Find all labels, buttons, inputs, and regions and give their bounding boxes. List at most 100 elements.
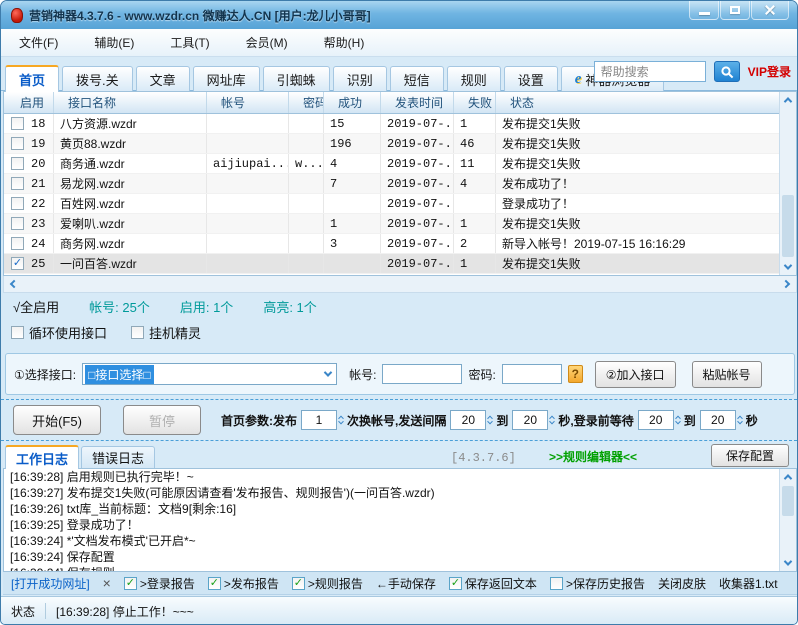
login-report[interactable]: ✓ >登录报告 [123, 575, 195, 592]
spinner-input[interactable]: 20 [699, 410, 743, 430]
spinner-value[interactable]: 1 [301, 410, 337, 430]
spinner-arrows[interactable] [338, 415, 344, 425]
column-header-4[interactable]: 成功 [324, 92, 381, 113]
table-row[interactable]: 20 商务通.wzdraijiupai...w...42019-07-...11 发… [4, 154, 796, 174]
save-return-text[interactable]: ✓ 保存返回文本 [448, 575, 537, 592]
column-header-2[interactable]: 帐号 [207, 92, 289, 113]
column-header-0[interactable]: 启用 [4, 92, 54, 113]
column-header-6[interactable]: 失败 [454, 92, 496, 113]
row-enable-checkbox[interactable] [11, 177, 24, 190]
log-scroll-up-icon[interactable] [780, 469, 796, 485]
manual-save[interactable]: ←手动保存 [376, 575, 436, 592]
spinner-arrows[interactable] [674, 415, 681, 425]
spinner-down-icon[interactable] [549, 418, 556, 425]
log-tab-1[interactable]: 错误日志 [81, 446, 156, 468]
tab-5[interactable]: 识别 [332, 66, 387, 91]
table-row[interactable]: ✓ 25 一问百答.wzdr 2019-07-...1 发布提交1失败 [4, 254, 796, 274]
log-tab-0[interactable]: 工作日志 [5, 445, 80, 469]
table-row[interactable]: 24 商务网.wzdr 32019-07-...2 新导入帐号！2019-07-15 … [4, 234, 796, 254]
pause-button[interactable]: 暂停 [123, 405, 201, 435]
help-search-input[interactable] [593, 61, 706, 82]
spinner-input[interactable]: 20 [637, 410, 681, 430]
tab-0[interactable]: 首页 [5, 65, 60, 92]
row-enable-checkbox[interactable] [11, 157, 24, 170]
log-scrollbar-thumb[interactable] [782, 486, 794, 516]
spinner-value[interactable]: 20 [699, 410, 736, 430]
scroll-down-icon[interactable] [780, 259, 796, 275]
publish-report[interactable]: ✓ >发布报告 [207, 575, 279, 592]
table-vertical-scrollbar[interactable] [779, 92, 796, 275]
account-input[interactable] [382, 364, 463, 384]
clear-icon[interactable]: × [103, 575, 111, 591]
table-row[interactable]: 21 易龙网.wzdr 72019-07-...4 发布成功了！ [4, 174, 796, 194]
rule-report-checkbox[interactable]: ✓ [291, 576, 305, 590]
tab-2[interactable]: 文章 [135, 66, 190, 91]
table-row[interactable]: 19 黄页88.wzdr 1962019-07-...46 发布提交1失败 [4, 134, 796, 154]
menu-item-0[interactable]: 文件(F) [15, 31, 62, 54]
interface-select[interactable]: □接口选择□ [82, 363, 338, 385]
row-enable-checkbox[interactable] [11, 237, 24, 250]
menu-item-2[interactable]: 工具(T) [166, 31, 213, 54]
table-row[interactable]: 22 百姓网.wzdr 2019-07-... 登录成功了！ [4, 194, 796, 214]
log-scroll-down-icon[interactable] [780, 555, 796, 571]
menu-item-3[interactable]: 会员(M) [242, 31, 292, 54]
row-enable-checkbox[interactable] [11, 217, 24, 230]
spinner-input[interactable]: 20 [450, 410, 494, 430]
save-config-button[interactable]: 保存配置 [710, 444, 789, 467]
collector-file[interactable]: 收集器1.txt [719, 575, 778, 592]
tab-6[interactable]: 短信 [389, 66, 444, 91]
tab-1[interactable]: 拨号.关 [62, 66, 133, 91]
spinner-value[interactable]: 20 [637, 410, 674, 430]
spinner-down-icon[interactable] [736, 418, 743, 425]
spinner-down-icon[interactable] [338, 418, 344, 425]
table-row[interactable]: 18 八方资源.wzdr 152019-07-...1 发布提交1失败 [4, 114, 796, 134]
spinner-down-icon[interactable] [487, 418, 494, 425]
spinner-arrows[interactable] [549, 415, 556, 425]
help-icon[interactable]: ? [567, 365, 583, 383]
tab-7[interactable]: 规则 [446, 66, 501, 91]
option-0[interactable]: 循环使用接口 [11, 323, 107, 342]
column-header-5[interactable]: 发表时间 [381, 92, 454, 113]
table-horizontal-scrollbar[interactable] [3, 276, 797, 293]
vip-login-link[interactable]: VIP登录 [748, 63, 791, 80]
rule-editor-link[interactable]: >>规则编辑器<< [549, 448, 637, 465]
menu-item-1[interactable]: 辅助(E) [90, 31, 138, 54]
spinner-value[interactable]: 20 [450, 410, 487, 430]
row-enable-checkbox[interactable] [11, 137, 24, 150]
scrollbar-thumb[interactable] [782, 195, 794, 257]
scroll-left-icon[interactable] [6, 276, 22, 292]
save-history-report-checkbox[interactable] [549, 576, 563, 590]
row-enable-checkbox[interactable] [11, 197, 24, 210]
tab-8[interactable]: 设置 [503, 66, 558, 91]
select-all-toggle[interactable]: √全启用 [13, 297, 59, 316]
close-button[interactable] [751, 1, 789, 20]
work-log-panel[interactable]: [16:39:28] 启用规则已执行完毕！~ [16:39:27] 发布提交1失败… [3, 468, 797, 572]
spinner-value[interactable]: 20 [512, 410, 549, 430]
login-report-checkbox[interactable]: ✓ [123, 576, 137, 590]
menu-item-4[interactable]: 帮助(H) [320, 31, 369, 54]
log-vertical-scrollbar[interactable] [779, 469, 796, 571]
tab-3[interactable]: 网址库 [192, 66, 260, 91]
publish-report-checkbox[interactable]: ✓ [207, 576, 221, 590]
rule-report[interactable]: ✓ >规则报告 [291, 575, 363, 592]
option-checkbox[interactable] [11, 326, 24, 339]
save-return-text-checkbox[interactable]: ✓ [448, 576, 462, 590]
spinner-arrows[interactable] [736, 415, 743, 425]
search-button[interactable] [713, 61, 740, 82]
option-1[interactable]: 挂机精灵 [131, 323, 201, 342]
add-interface-button[interactable]: ②加入接口 [594, 360, 676, 388]
password-input[interactable] [501, 364, 562, 384]
start-button[interactable]: 开始(F5) [13, 405, 101, 435]
paste-account-button[interactable]: 粘贴帐号 [691, 360, 762, 388]
scroll-up-icon[interactable] [780, 92, 796, 108]
save-history-report[interactable]: >保存历史报告 [549, 575, 645, 592]
scroll-right-icon[interactable] [778, 276, 794, 292]
spinner-arrows[interactable] [487, 415, 494, 425]
minimize-button[interactable] [689, 1, 719, 20]
open-success-urls[interactable]: [打开成功网址] [11, 575, 90, 592]
column-header-3[interactable]: 密码 [289, 92, 324, 113]
tab-4[interactable]: 引蜘蛛 [262, 66, 330, 91]
spinner-input[interactable]: 20 [512, 410, 556, 430]
close-skin[interactable]: 关闭皮肤 [658, 575, 706, 592]
title-bar[interactable]: 营销神器4.3.7.6 - www.wzdr.cn 微赚达人.CN [用户:龙儿… [1, 1, 797, 29]
